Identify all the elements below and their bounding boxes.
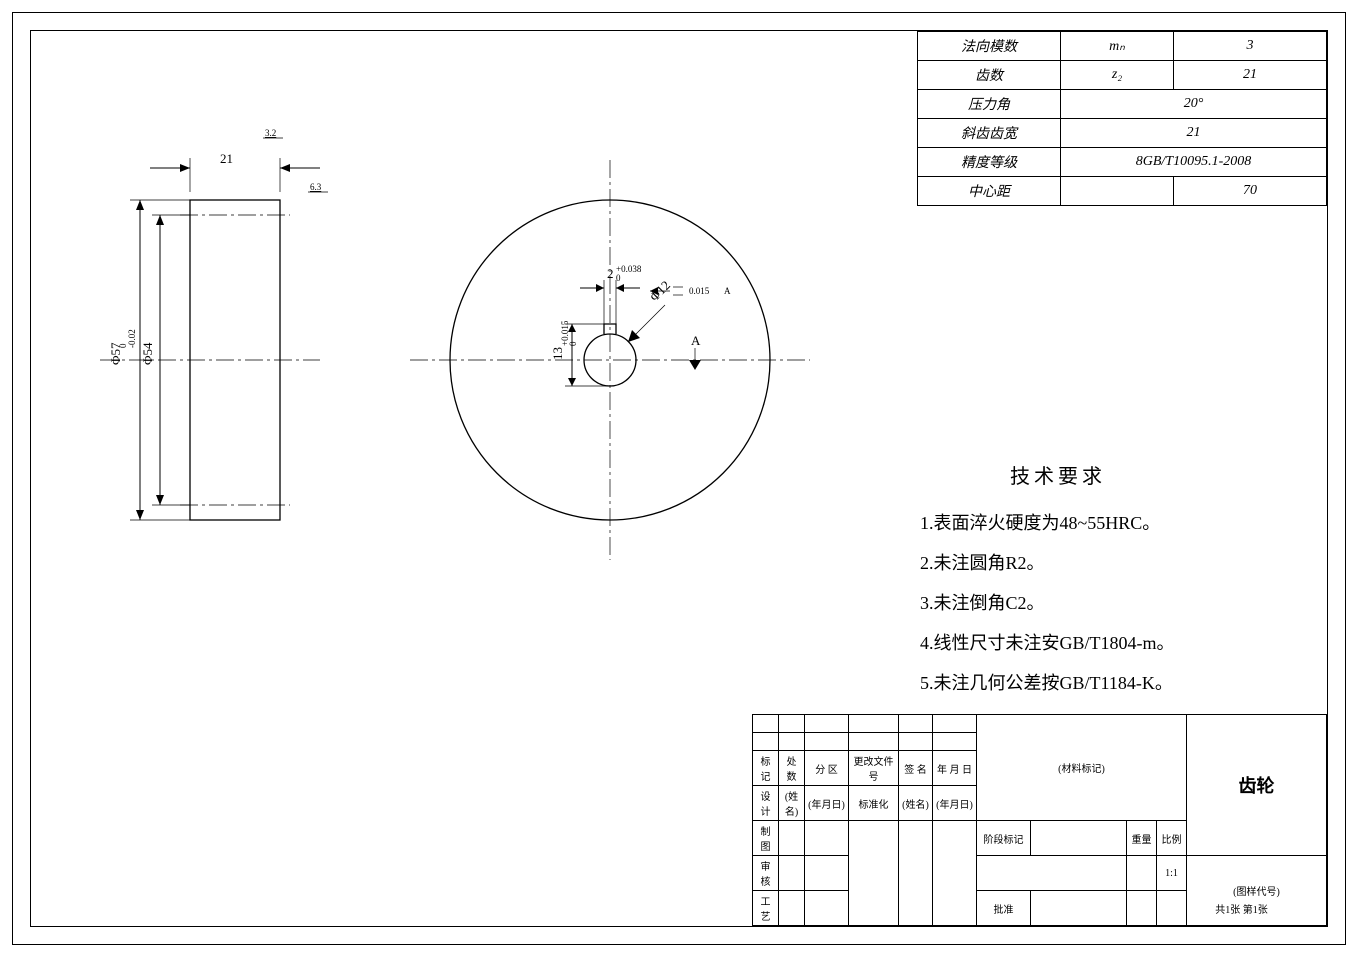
drawing-sheet: 法向模数 mₙ 3 齿数 z₂ 21 压力角 20° 斜齿齿宽 21 精度等级 …: [0, 0, 1358, 957]
front-view: Φ12 2 +0.038 0 13 +0.015 0 0.015: [410, 160, 810, 560]
dim-key-h: 13: [550, 347, 565, 360]
param-value: 20°: [1061, 90, 1327, 119]
gear-parameter-table: 法向模数 mₙ 3 齿数 z₂ 21 压力角 20° 斜齿齿宽 21 精度等级 …: [917, 31, 1327, 206]
svg-text:6.3: 6.3: [310, 182, 322, 192]
param-label: 齿数: [918, 61, 1061, 90]
requirement-item: 4.线性尺寸未注安GB/T1804-m。: [920, 629, 1175, 655]
dim-outer-tol: -0.02: [127, 329, 137, 348]
param-label: 压力角: [918, 90, 1061, 119]
technical-requirements: 技术要求 1.表面淬火硬度为48~55HRC。 2.未注圆角R2。 3.未注倒角…: [920, 460, 1175, 709]
dim-width: 21: [220, 151, 233, 166]
requirements-title: 技术要求: [1010, 460, 1175, 489]
dim-key-tol: 0: [616, 273, 621, 283]
side-view: 21 3.2 6.3 Φ57 0 -0.02 Φ54: [100, 128, 328, 528]
drawing-views: 21 3.2 6.3 Φ57 0 -0.02 Φ54: [60, 120, 880, 580]
param-value: 3: [1174, 32, 1327, 61]
requirement-item: 1.表面淬火硬度为48~55HRC。: [920, 509, 1175, 535]
datum-feature-icon: A: [687, 332, 703, 370]
requirement-item: 2.未注圆角R2。: [920, 549, 1175, 575]
param-value: 70: [1174, 177, 1327, 206]
svg-text:3.2: 3.2: [265, 128, 276, 138]
param-symbol: [1061, 177, 1174, 206]
surface-finish-icon: 3.2: [255, 128, 283, 153]
param-label: 法向模数: [918, 32, 1061, 61]
surface-finish-icon: 6.3: [300, 182, 328, 207]
dim-key-w: 2: [607, 266, 614, 281]
param-value: 8GB/T10095.1-2008: [1061, 148, 1327, 177]
dim-key-tol: 0: [568, 341, 578, 346]
param-symbol: z₂: [1061, 61, 1174, 90]
param-value: 21: [1174, 61, 1327, 90]
material-cell: (材料标记): [977, 715, 1187, 821]
svg-text:A: A: [724, 286, 731, 296]
param-label: 斜齿齿宽: [918, 119, 1061, 148]
param-value: 21: [1061, 119, 1327, 148]
svg-text:A: A: [691, 333, 701, 348]
title-block: (材料标记) 齿轮 标记处数分 区更改文件号签 名年 月 日 设计(姓名)(年月…: [752, 714, 1327, 926]
param-symbol: mₙ: [1061, 32, 1174, 61]
dim-pitch-dia: Φ54: [140, 342, 155, 365]
requirement-item: 5.未注几何公差按GB/T1184-K。: [920, 669, 1175, 695]
part-name: 齿轮: [1187, 715, 1327, 856]
param-label: 中心距: [918, 177, 1061, 206]
svg-text:0.015: 0.015: [689, 286, 710, 296]
requirement-item: 3.未注倒角C2。: [920, 589, 1175, 615]
param-label: 精度等级: [918, 148, 1061, 177]
